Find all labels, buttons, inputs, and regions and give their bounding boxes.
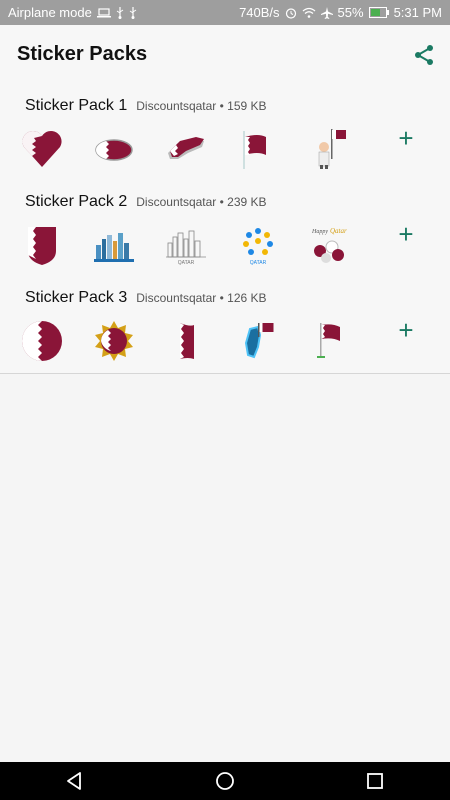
sticker-pack-3[interactable]: Sticker Pack 3 Discountsqatar • 126 KB + bbox=[0, 277, 450, 374]
heart-flag-sticker bbox=[22, 130, 62, 167]
recents-icon[interactable] bbox=[363, 769, 387, 793]
app-bar: Sticker Packs bbox=[0, 25, 450, 85]
pack-name: Sticker Pack 1 bbox=[25, 97, 128, 114]
pack-meta: Discountsqatar • 159 KB bbox=[136, 99, 267, 113]
battery-icon bbox=[368, 7, 389, 18]
map-flag-sticker bbox=[168, 137, 204, 159]
add-pack-button[interactable]: + bbox=[396, 317, 416, 343]
child-with-flag-sticker bbox=[318, 129, 346, 169]
airplane-mode-label: Airplane mode bbox=[8, 5, 92, 20]
svg-text:QATAR: QATAR bbox=[250, 260, 267, 266]
navigation-bar bbox=[0, 762, 450, 800]
laptop-icon bbox=[96, 7, 111, 18]
wavy-flag-sticker bbox=[180, 323, 194, 359]
alarm-icon bbox=[285, 7, 297, 19]
circle-flag-sticker bbox=[22, 321, 62, 361]
happy-qatar-day-sticker: Happy Qatar bbox=[311, 227, 347, 263]
pack-meta: Discountsqatar • 126 KB bbox=[136, 291, 267, 305]
sticker-pack-2[interactable]: Sticker Pack 2 Discountsqatar • 239 KB Q… bbox=[0, 181, 450, 278]
qatar-map-sticker bbox=[244, 323, 274, 359]
oval-flag-sticker bbox=[95, 139, 133, 161]
sticker-pack-1[interactable]: Sticker Pack 1 Discountsqatar • 159 KB + bbox=[0, 85, 450, 182]
skyline-sticker bbox=[94, 233, 134, 262]
pack-name: Sticker Pack 3 bbox=[25, 289, 128, 306]
network-speed: 740B/s bbox=[239, 5, 280, 20]
standing-flag-sticker bbox=[317, 323, 340, 358]
clock: 5:31 PM bbox=[393, 5, 442, 20]
national-day-logo-sticker: QATAR bbox=[243, 228, 273, 266]
usb-icon bbox=[116, 6, 124, 19]
battery-percent: 55% bbox=[337, 5, 364, 20]
status-bar: Airplane mode 740B/s 55% 5:31 PM bbox=[0, 0, 450, 25]
svg-text:Happy: Happy bbox=[311, 229, 328, 235]
back-icon[interactable] bbox=[63, 769, 87, 793]
wifi-icon bbox=[302, 7, 316, 18]
page-title: Sticker Packs bbox=[17, 43, 148, 65]
add-pack-button[interactable]: + bbox=[396, 221, 416, 247]
home-icon[interactable] bbox=[213, 769, 237, 793]
svg-text:QATAR: QATAR bbox=[178, 260, 195, 266]
shield-flag-sticker bbox=[28, 227, 56, 265]
pack-name: Sticker Pack 2 bbox=[25, 193, 128, 210]
usb-icon bbox=[129, 6, 137, 19]
add-pack-button[interactable]: + bbox=[396, 125, 416, 151]
airplane-icon bbox=[320, 6, 333, 19]
svg-text:Qatar: Qatar bbox=[330, 227, 347, 235]
share-icon[interactable] bbox=[412, 43, 436, 67]
star-badge-flag-sticker bbox=[95, 321, 133, 361]
pack-meta: Discountsqatar • 239 KB bbox=[136, 195, 267, 209]
skyline-sketch-sticker: QATAR bbox=[166, 230, 206, 266]
flag-on-pole-sticker bbox=[243, 131, 266, 169]
